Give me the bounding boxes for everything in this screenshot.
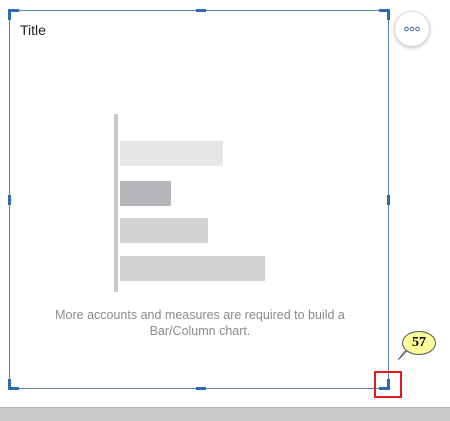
resize-handle-left[interactable]	[8, 195, 11, 205]
placeholder-bar-1	[120, 141, 223, 166]
resize-handle-top[interactable]	[196, 9, 206, 12]
bottom-bar	[0, 407, 450, 421]
chart-widget[interactable]: Title More accounts and measures are req…	[8, 9, 390, 390]
annotation-highlight-box	[374, 371, 402, 398]
canvas: Title More accounts and measures are req…	[0, 0, 450, 421]
resize-handle-bottom[interactable]	[196, 387, 206, 390]
placeholder-bar-4	[120, 256, 265, 281]
resize-handle-right[interactable]	[387, 195, 390, 205]
resize-handle-bottom-left[interactable]	[8, 379, 19, 390]
placeholder-bar-3	[120, 218, 208, 243]
more-options-button[interactable]	[394, 11, 430, 47]
empty-state-message: More accounts and measures are required …	[55, 308, 345, 338]
placeholder-bar-chart-illustration	[114, 114, 274, 292]
widget-title[interactable]: Title	[20, 22, 46, 38]
annotation-badge: 57	[402, 331, 436, 355]
more-horizontal-icon	[404, 26, 420, 32]
resize-handle-top-right[interactable]	[379, 9, 390, 20]
resize-handle-top-left[interactable]	[8, 9, 19, 20]
placeholder-axis	[114, 114, 118, 292]
placeholder-bar-2	[120, 181, 171, 206]
